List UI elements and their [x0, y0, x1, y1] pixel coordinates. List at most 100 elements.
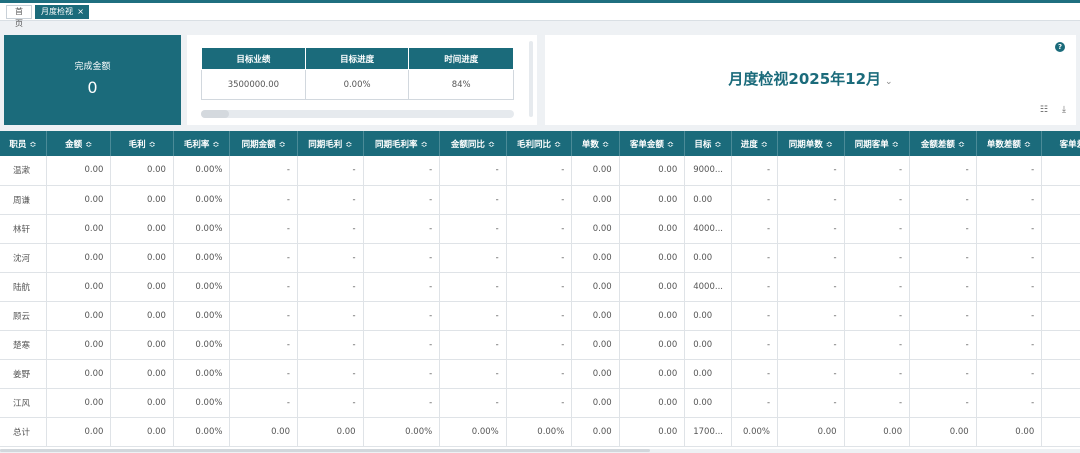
column-header[interactable]: 同期毛利率 ≎: [363, 131, 441, 156]
table-cell: 0.00: [110, 156, 174, 186]
table-cell: 0.00%: [173, 214, 231, 244]
table-cell: -: [909, 359, 977, 389]
employee-name-cell: 沈河: [0, 243, 47, 273]
column-header[interactable]: 毛利同比 ≎: [506, 131, 573, 156]
sort-icon[interactable]: ≎: [85, 140, 92, 150]
employee-table: 职员 ≎ 金额 ≎ 毛利 ≎ 毛利率 ≎ 同期金额 ≎ 同期毛利 ≎ 同期毛利率 ≎ 金额同比 ≎ 毛利同比 ≎ 单…: [0, 131, 1080, 447]
table-row[interactable]: 温漱 0.00 0.00 0.00% - - - - -0.00 0.00 9000... - - - - -: [0, 156, 1080, 186]
column-header[interactable]: 目标 ≎: [684, 131, 732, 156]
table-cell: -: [909, 185, 977, 215]
table-cell: -: [777, 214, 845, 244]
column-header-label: 同期单数: [788, 139, 823, 150]
column-header[interactable]: 单数 ≎: [571, 131, 620, 156]
column-header[interactable]: 进度 ≎: [731, 131, 779, 156]
column-header[interactable]: 同期毛利 ≎: [297, 131, 364, 156]
column-header-label: 单数: [581, 139, 599, 150]
tab-home[interactable]: 首页: [6, 5, 32, 28]
table-cell: 0.00: [46, 359, 112, 389]
table-cell: -: [506, 388, 573, 418]
table-cell: -: [909, 156, 977, 186]
table-row[interactable]: 姜野 0.00 0.00 0.00% - - - - -0.00 0.00 0.00- - - - -: [0, 359, 1080, 389]
column-header[interactable]: 同期单数 ≎: [777, 131, 845, 156]
kpi-value-target-progress: 0.00%: [304, 69, 410, 100]
table-row[interactable]: 沈河 0.00 0.00 0.00% - - - - -0.00 0.00 0.00- - - - -: [0, 243, 1080, 273]
sort-icon[interactable]: ≎: [892, 140, 899, 150]
table-cell: 0.00: [571, 156, 620, 186]
scrollbar-thumb[interactable]: [0, 449, 650, 452]
sort-icon[interactable]: ≎: [421, 140, 428, 150]
sort-icon[interactable]: ≎: [761, 140, 768, 150]
kpi-horizontal-scrollbar[interactable]: [201, 110, 514, 118]
table-cell: -: [909, 388, 977, 418]
kpi-vertical-scrollbar[interactable]: [529, 41, 533, 117]
list-icon[interactable]: ☷: [1040, 105, 1048, 115]
table-cell: 0.00: [777, 417, 845, 447]
download-icon[interactable]: ⤓: [1062, 105, 1066, 115]
close-icon[interactable]: ×: [77, 6, 84, 18]
table-cell: 0.00: [46, 214, 112, 244]
column-header[interactable]: 客单差额: [1041, 131, 1080, 156]
sort-icon[interactable]: ≎: [554, 140, 561, 150]
table-row[interactable]: 陆航 0.00 0.00 0.00% - - - - -0.00 0.00 4000... - - - - -: [0, 272, 1080, 302]
table-row[interactable]: 江风 0.00 0.00 0.00% - - - - -0.00 0.00 0.00- - - - -: [0, 388, 1080, 418]
table-cell: 0.00: [684, 359, 732, 389]
table-row[interactable]: 林轩 0.00 0.00 0.00% - - - - -0.00 0.00 4000... - - - - -: [0, 214, 1080, 244]
column-header[interactable]: 金额同比 ≎: [439, 131, 507, 156]
table-cell: 0.00: [110, 243, 174, 273]
table-row[interactable]: 顾云 0.00 0.00 0.00% - - - - -0.00 0.00 0.00- - - - -: [0, 301, 1080, 331]
scrollbar-thumb[interactable]: [201, 110, 229, 118]
column-header[interactable]: 单数差额 ≎: [976, 131, 1043, 156]
column-header[interactable]: 职员 ≎: [0, 131, 47, 156]
column-header[interactable]: 同期客单 ≎: [844, 131, 911, 156]
sort-icon[interactable]: ≎: [212, 140, 219, 150]
sort-icon[interactable]: ≎: [345, 140, 352, 150]
sort-icon[interactable]: ≎: [149, 140, 156, 150]
column-header[interactable]: 金额 ≎: [46, 131, 112, 156]
report-title-selector[interactable]: 月度检视2025年12月 ⌄: [545, 68, 1076, 89]
table-row[interactable]: 楚寒 0.00 0.00 0.00% - - - - -0.00 0.00 0.00- - - - -: [0, 330, 1080, 360]
sort-icon[interactable]: ≎: [958, 140, 965, 150]
table-cell: [1041, 330, 1080, 360]
table-cell: -: [439, 330, 507, 360]
table-cell: -: [439, 272, 507, 302]
table-cell: -: [777, 185, 845, 215]
table-cell: -: [229, 330, 298, 360]
kpi-header-time-progress: 时间进度: [408, 47, 514, 70]
column-header[interactable]: 金额差额 ≎: [909, 131, 977, 156]
table-cell: -: [363, 359, 441, 389]
table-body: 温漱 0.00 0.00 0.00% - - - - -0.00 0.00 9000... - - - - -…: [0, 156, 1080, 447]
question-circle-icon[interactable]: ?: [1055, 42, 1065, 52]
sort-icon[interactable]: ≎: [1024, 140, 1031, 150]
table-cell: 0.00%: [439, 417, 507, 447]
table-horizontal-scrollbar[interactable]: [0, 449, 1080, 453]
total-row[interactable]: 总计 0.00 0.00 0.00% 0.00 0.00 0.00% 0.00% 0.00% 0.…: [0, 417, 1080, 447]
column-header[interactable]: 毛利 ≎: [110, 131, 174, 156]
column-header-label: 目标: [694, 139, 712, 150]
table-row[interactable]: 周谦 0.00 0.00 0.00% - - - - -0.00 0.00 0.00- - - - -: [0, 185, 1080, 215]
table-cell: -: [229, 272, 298, 302]
kpi-header-target: 目标业绩: [201, 47, 306, 70]
table-cell: -: [976, 156, 1043, 186]
sort-icon[interactable]: ≎: [602, 140, 609, 150]
table-cell: -: [731, 359, 779, 389]
table-cell: -: [229, 359, 298, 389]
sort-icon[interactable]: ≎: [29, 140, 36, 150]
sort-icon[interactable]: ≎: [667, 140, 674, 150]
column-header[interactable]: 同期金额 ≎: [229, 131, 298, 156]
table-cell: 0.00%: [363, 417, 441, 447]
tab-monthly-review[interactable]: 月度检视 ×: [35, 5, 89, 19]
table-cell: -: [777, 330, 845, 360]
sort-icon[interactable]: ≎: [488, 140, 495, 150]
chevron-down-icon[interactable]: ⌄: [885, 77, 893, 87]
column-header[interactable]: 毛利率 ≎: [173, 131, 231, 156]
sort-icon[interactable]: ≎: [279, 140, 286, 150]
table-cell: 0.00%: [173, 417, 231, 447]
table-cell: -: [844, 359, 911, 389]
table-cell: -: [909, 272, 977, 302]
column-header-label: 进度: [740, 139, 758, 150]
column-header[interactable]: 客单金额 ≎: [619, 131, 686, 156]
sort-icon[interactable]: ≎: [826, 140, 833, 150]
sort-icon[interactable]: ≎: [714, 140, 721, 150]
table-cell: -: [976, 243, 1043, 273]
table-cell: 0.00: [46, 417, 112, 447]
